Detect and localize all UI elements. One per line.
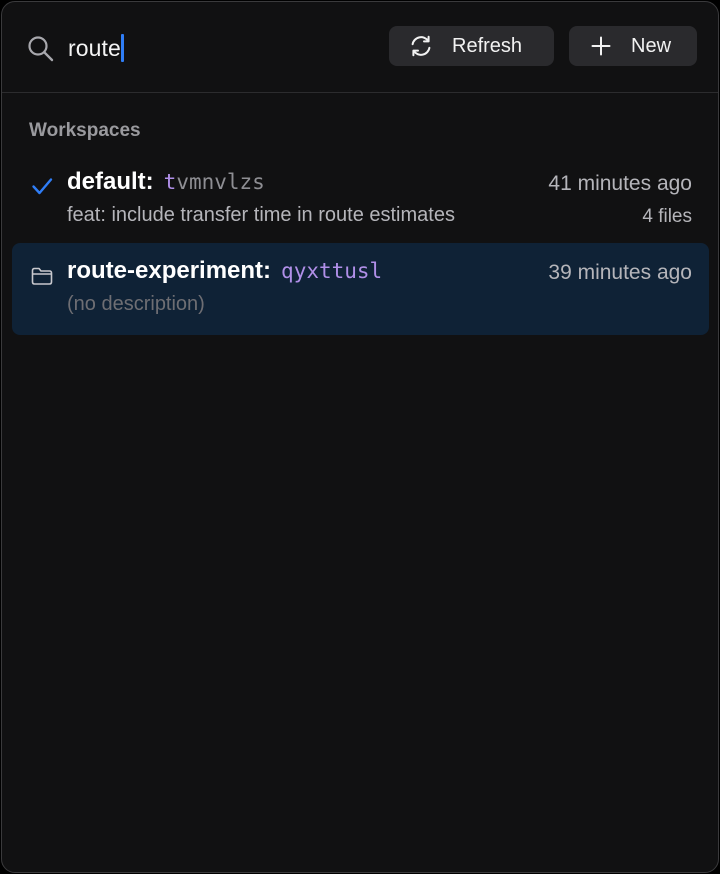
search-icon	[27, 35, 55, 63]
new-label: New	[631, 34, 672, 57]
search-query: route	[68, 34, 121, 61]
refresh-label: Refresh	[452, 34, 523, 57]
workspace-row-default[interactable]: default: tvmnvlzs 41 minutes ago feat: in…	[12, 154, 709, 246]
change-id-prefix: qyxttusl	[281, 259, 383, 283]
workspace-description: feat: include transfer time in route est…	[67, 204, 455, 226]
change-id-prefix: t	[163, 170, 177, 194]
workspace-name: default: tvmnvlzs	[67, 168, 265, 196]
change-id-rest: vmnvlzs	[176, 170, 265, 194]
search-header: route Refresh New	[2, 2, 718, 93]
text-caret	[120, 34, 124, 62]
change-id: qyxttusl	[281, 259, 382, 283]
workspace-file-count: 4 files	[642, 206, 692, 227]
new-workspace-button[interactable]: New	[569, 26, 697, 66]
refresh-button[interactable]: Refresh	[389, 26, 554, 66]
workspace-name-text: route-experiment:	[67, 257, 272, 284]
workspace-description: (no description)	[67, 293, 205, 315]
plus-icon	[589, 34, 613, 58]
workspace-name-text: default:	[67, 168, 154, 195]
workspace-name: route-experiment: qyxttusl	[67, 257, 382, 285]
workspace-time: 41 minutes ago	[548, 172, 692, 195]
search-input[interactable]: route	[68, 30, 124, 66]
workspace-picker-window: route Refresh New Workspaces default: tv…	[1, 1, 719, 873]
change-id: tvmnvlzs	[164, 170, 265, 194]
workspace-row-route-experiment[interactable]: route-experiment: qyxttusl 39 minutes ago…	[12, 243, 709, 335]
checkmark-icon	[30, 174, 54, 198]
workspace-time: 39 minutes ago	[548, 261, 692, 284]
refresh-icon	[409, 34, 433, 58]
folder-icon	[30, 264, 54, 288]
section-title: Workspaces	[29, 120, 141, 141]
